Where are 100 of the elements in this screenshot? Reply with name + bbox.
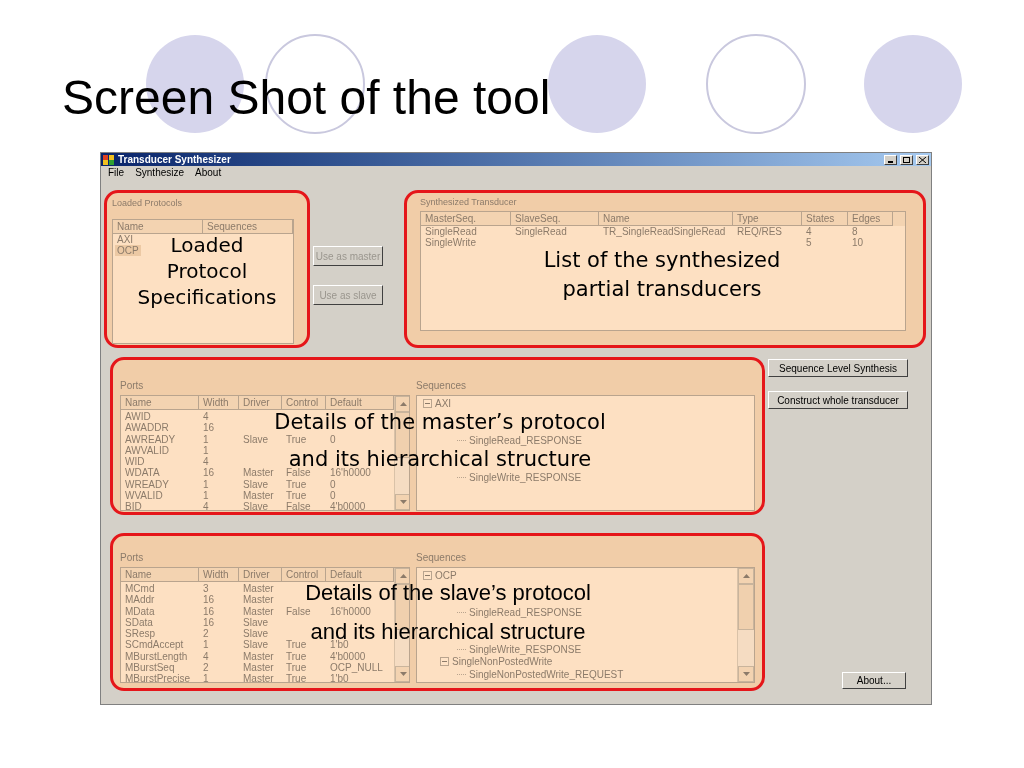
table-cell: SingleRead bbox=[515, 226, 567, 237]
table-cell: Master bbox=[243, 490, 274, 502]
table-cell: 1 bbox=[203, 490, 209, 502]
table-cell: 4 bbox=[203, 456, 209, 468]
table-cell: False bbox=[286, 605, 311, 617]
tree-item[interactable]: SingleNonPostedWrite bbox=[452, 656, 553, 668]
column-header[interactable]: Edges bbox=[848, 212, 893, 226]
sequences-label: Sequences bbox=[416, 380, 468, 392]
maximize-icon[interactable] bbox=[900, 154, 913, 165]
column-header[interactable]: Sequences bbox=[203, 220, 293, 234]
table-cell: 0 bbox=[330, 433, 336, 445]
column-header[interactable]: MasterSeq. bbox=[421, 212, 511, 226]
table-cell: AWVALID bbox=[125, 444, 169, 456]
tree-item[interactable]: AXI bbox=[435, 397, 452, 409]
table-cell: 1 bbox=[203, 444, 209, 456]
sequences-label: Sequences bbox=[416, 552, 468, 564]
table-cell: True bbox=[286, 433, 307, 445]
table-cell: 16 bbox=[203, 616, 215, 628]
table-cell: 3 bbox=[203, 583, 209, 594]
table-cell: MBurstLength bbox=[125, 650, 188, 662]
column-header[interactable]: Width bbox=[199, 568, 239, 582]
table-cell: Slave bbox=[243, 433, 268, 445]
push-button[interactable]: Sequence Level Synthesis bbox=[768, 359, 908, 377]
table-cell: 16 bbox=[203, 467, 215, 479]
table-cell: Slave bbox=[243, 501, 268, 510]
table-cell: MBurstSeq bbox=[125, 662, 175, 674]
table-cell: MCmd bbox=[125, 583, 155, 594]
table-cell: SData bbox=[125, 616, 153, 628]
column-header[interactable]: Driver bbox=[239, 568, 282, 582]
annotation-line: Details of the master’s protocol bbox=[274, 412, 606, 433]
column-header[interactable]: Control bbox=[282, 396, 326, 410]
column-header[interactable]: Name bbox=[599, 212, 733, 226]
column-header[interactable]: Width bbox=[199, 396, 239, 410]
table-cell: MData bbox=[125, 605, 155, 617]
table-cell: WDATA bbox=[125, 467, 160, 479]
table-cell: 1'b0 bbox=[330, 673, 349, 682]
column-header[interactable]: States bbox=[802, 212, 848, 226]
list-item[interactable]: AXI bbox=[115, 234, 136, 245]
table-cell: Master bbox=[243, 650, 274, 662]
table-cell: True bbox=[286, 639, 307, 651]
scroll-down-icon bbox=[399, 500, 407, 504]
table-cell: 16 bbox=[203, 422, 215, 434]
table-cell: True bbox=[286, 478, 307, 490]
annotation-line: List of the synthesized bbox=[543, 250, 781, 271]
table-cell: Master bbox=[243, 583, 274, 594]
column-header[interactable]: SlaveSeq. bbox=[511, 212, 599, 226]
column-header[interactable]: Name bbox=[113, 220, 203, 234]
menu-item[interactable]: About bbox=[195, 167, 222, 178]
annotation-line: Specifications bbox=[137, 287, 277, 307]
table-cell: 4 bbox=[806, 226, 812, 237]
collapse-icon[interactable] bbox=[423, 570, 432, 580]
table-cell: False bbox=[286, 467, 311, 479]
tree-item[interactable]: SingleWrite_RESPONSE bbox=[469, 472, 582, 484]
tree-item[interactable]: SingleNonPostedWrite_REQUEST bbox=[469, 668, 624, 680]
table-cell: MAddr bbox=[125, 594, 155, 606]
scroll-down-icon bbox=[742, 672, 750, 676]
ports-label: Ports bbox=[120, 380, 145, 392]
annotation-line: Protocol bbox=[166, 261, 248, 281]
table-cell: 16 bbox=[203, 605, 215, 617]
minimize-icon[interactable] bbox=[884, 154, 897, 165]
collapse-icon[interactable] bbox=[440, 657, 449, 667]
table-cell: SCmdAccept bbox=[125, 639, 184, 651]
column-header[interactable]: Name bbox=[121, 568, 199, 582]
scrollbar[interactable] bbox=[737, 568, 754, 682]
column-header[interactable]: Driver bbox=[239, 396, 282, 410]
table-cell: Master bbox=[243, 467, 274, 479]
table-cell: Slave bbox=[243, 639, 268, 651]
tree-item[interactable]: SingleRead_RESPONSE bbox=[469, 434, 582, 446]
push-button[interactable]: About... bbox=[842, 672, 906, 689]
table-cell: Master bbox=[243, 605, 274, 617]
tree-item[interactable]: SingleWrite_RESPONSE bbox=[469, 644, 582, 656]
column-header[interactable]: Type bbox=[733, 212, 802, 226]
table-cell: False bbox=[286, 501, 311, 510]
table-cell: AWID bbox=[125, 411, 151, 422]
table-cell: Master bbox=[243, 673, 274, 682]
group-label: Loaded Protocols bbox=[112, 198, 184, 209]
table-cell: 4'b0000 bbox=[330, 501, 366, 510]
annotation-line: Details of the slave’s protocol bbox=[305, 582, 591, 604]
table-cell: MBurstPrecise bbox=[125, 673, 190, 682]
menu-item[interactable]: Synthesize bbox=[135, 167, 185, 178]
tree-item[interactable]: OCP bbox=[435, 569, 457, 581]
column-header[interactable]: Name bbox=[121, 396, 199, 410]
table-cell: 16 bbox=[203, 594, 215, 606]
window-title: Transducer Synthesizer bbox=[118, 154, 231, 165]
scroll-down-icon bbox=[399, 672, 407, 676]
column-header[interactable]: Control bbox=[282, 568, 326, 582]
tree-item[interactable]: SingleRead_RESPONSE bbox=[469, 606, 582, 618]
table-cell: 16'h0000 bbox=[330, 605, 371, 617]
push-button[interactable]: Construct whole transducer bbox=[768, 391, 908, 409]
table-cell: SResp bbox=[125, 628, 155, 640]
group-label: Synthesized Transducer bbox=[420, 197, 518, 208]
table-cell: 8 bbox=[852, 226, 858, 237]
table-cell: 4 bbox=[203, 411, 209, 422]
list-item[interactable]: OCP bbox=[115, 245, 141, 256]
menu-item[interactable]: File bbox=[108, 167, 125, 178]
close-icon[interactable] bbox=[916, 154, 929, 165]
collapse-icon[interactable] bbox=[423, 398, 432, 408]
table-cell: True bbox=[286, 650, 307, 662]
app-icon bbox=[103, 154, 115, 165]
table-cell: 16'h0000 bbox=[330, 467, 371, 479]
